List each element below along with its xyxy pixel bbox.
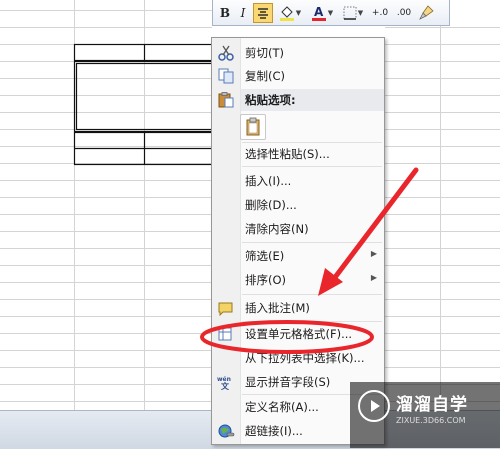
paste-option-button[interactable] bbox=[240, 114, 266, 140]
svg-text:A: A bbox=[314, 5, 324, 19]
menu-item-pick-from-list[interactable]: 从下拉列表中选择(K)... bbox=[212, 347, 384, 369]
menu-item-copy[interactable]: 复制(C) bbox=[212, 65, 384, 87]
submenu-arrow-icon: ▶ bbox=[370, 249, 377, 258]
menu-item-label: 选择性粘贴(S)... bbox=[245, 147, 330, 161]
menu-item-format-cells[interactable]: 设置单元格格式(F)... bbox=[212, 323, 384, 345]
menu-item-label: 删除(D)... bbox=[245, 198, 297, 212]
menu-item-label: 清除内容(N) bbox=[245, 222, 309, 236]
menu-item-label: 超链接(I)... bbox=[245, 424, 303, 438]
menu-item-paste-special[interactable]: 选择性粘贴(S)... bbox=[212, 143, 384, 165]
menu-item-clear-contents[interactable]: 清除内容(N) bbox=[212, 218, 384, 240]
format-cells-icon bbox=[218, 327, 232, 341]
menu-item-label: 排序(O) bbox=[245, 273, 287, 287]
menu-separator bbox=[242, 242, 382, 243]
menu-item-label: 剪切(T) bbox=[245, 46, 284, 60]
menu-item-label: 定义名称(A)... bbox=[245, 400, 319, 414]
align-center-button[interactable] bbox=[253, 2, 273, 23]
menu-item-cut[interactable]: 剪切(T) bbox=[212, 42, 384, 64]
menu-item-label: 插入(I)... bbox=[245, 174, 292, 188]
paint-bucket-icon bbox=[279, 5, 294, 21]
chevron-down-icon[interactable]: ▼ bbox=[328, 9, 333, 17]
menu-item-delete[interactable]: 删除(D)... bbox=[212, 194, 384, 216]
watermark-subtitle: ZIXUE.3D66.COM bbox=[396, 416, 466, 425]
font-color-icon: A bbox=[311, 5, 326, 21]
submenu-arrow-icon: ▶ bbox=[370, 273, 377, 282]
menu-item-sort[interactable]: 排序(O) ▶ bbox=[212, 269, 384, 291]
menu-item-insert[interactable]: 插入(I)... bbox=[212, 170, 384, 192]
format-painter-icon bbox=[419, 4, 434, 20]
menu-item-label: 复制(C) bbox=[245, 69, 286, 83]
italic-button[interactable]: I bbox=[235, 3, 251, 23]
menu-item-label: 插入批注(M) bbox=[245, 301, 310, 315]
pinyin-icon: wén 文 bbox=[217, 376, 231, 390]
watermark: 溜溜自学 ZIXUE.3D66.COM bbox=[350, 382, 500, 448]
menu-item-label: 筛选(E) bbox=[245, 249, 285, 263]
borders-icon bbox=[343, 6, 357, 20]
menu-item-label: 设置单元格格式(F)... bbox=[245, 327, 353, 341]
menu-item-filter[interactable]: 筛选(E) ▶ bbox=[212, 245, 384, 267]
chevron-down-icon[interactable]: ▼ bbox=[358, 9, 363, 17]
menu-item-label: 粘贴选项: bbox=[245, 93, 296, 107]
svg-text:文: 文 bbox=[221, 381, 230, 390]
align-center-icon bbox=[258, 7, 268, 19]
mini-toolbar: B I ▼ A ▼ ▼ +.0 .00 bbox=[212, 0, 450, 26]
increase-decimal-button[interactable]: +.0 bbox=[369, 3, 391, 23]
font-color-button[interactable]: A ▼ bbox=[307, 3, 337, 23]
fill-color-button[interactable]: ▼ bbox=[275, 3, 305, 23]
watermark-title: 溜溜自学 bbox=[396, 395, 468, 415]
bold-button[interactable]: B bbox=[217, 3, 233, 23]
menu-item-label: 从下拉列表中选择(K)... bbox=[245, 351, 365, 365]
clipboard-icon bbox=[246, 117, 260, 136]
comment-icon bbox=[218, 302, 233, 316]
menu-separator bbox=[242, 294, 382, 295]
play-logo-icon bbox=[358, 390, 390, 422]
format-painter-button[interactable] bbox=[417, 3, 435, 23]
decrease-decimal-button[interactable]: .00 bbox=[393, 3, 415, 23]
menu-item-label: 显示拼音字段(S) bbox=[245, 375, 331, 389]
hyperlink-icon bbox=[218, 424, 235, 438]
borders-button[interactable]: ▼ bbox=[339, 3, 367, 23]
menu-separator bbox=[242, 321, 382, 322]
menu-item-insert-comment[interactable]: 插入批注(M) bbox=[212, 297, 384, 319]
chevron-down-icon[interactable]: ▼ bbox=[296, 9, 301, 17]
menu-item-paste-options: 粘贴选项: bbox=[212, 89, 384, 111]
paste-icon bbox=[218, 92, 234, 108]
scissors-icon bbox=[218, 45, 234, 61]
menu-separator bbox=[242, 166, 382, 167]
copy-icon bbox=[218, 68, 234, 84]
